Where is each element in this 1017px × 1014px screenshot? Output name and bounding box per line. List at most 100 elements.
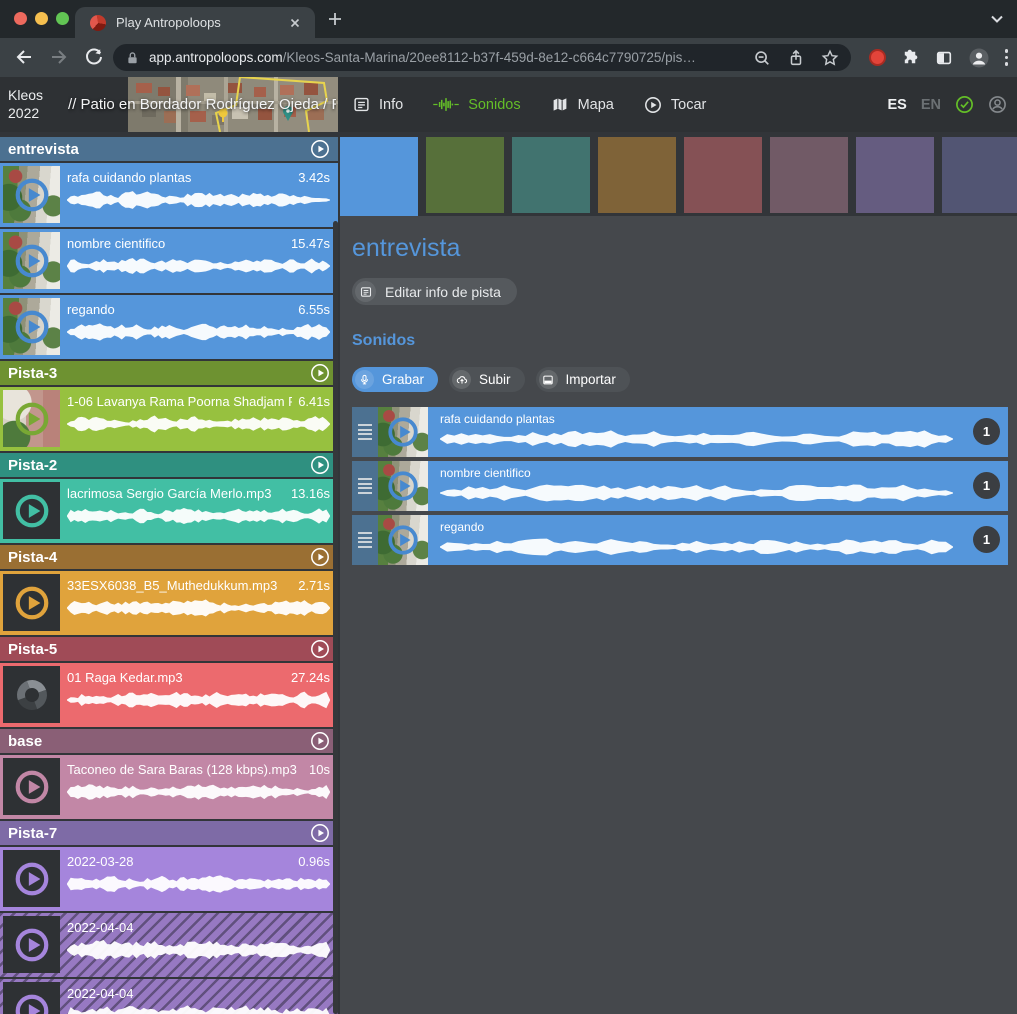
track-play-button[interactable] (310, 639, 330, 659)
sound-thumb-play-button[interactable] (3, 232, 60, 289)
track-swatch[interactable] (598, 137, 676, 213)
sound-waveform (67, 188, 330, 212)
sound-duration: 0.96s (298, 854, 330, 869)
sound-thumb-play-button[interactable] (3, 850, 60, 907)
side-panel-icon[interactable] (935, 49, 953, 67)
track-swatch[interactable] (684, 137, 762, 213)
sound-item[interactable]: 2022-03-280.96s (0, 847, 338, 911)
profile-avatar[interactable] (968, 47, 990, 69)
track-swatch[interactable] (856, 137, 934, 213)
track-swatch[interactable] (512, 137, 590, 213)
drag-handle[interactable] (352, 407, 378, 457)
sound-thumb-play-button[interactable] (3, 758, 60, 815)
track-header[interactable]: Pista-4 (0, 545, 338, 569)
edit-track-info-button[interactable]: Editar info de pista (352, 278, 517, 305)
tab-close-icon[interactable] (287, 15, 303, 31)
track-header[interactable]: Pista-5 (0, 637, 338, 661)
sound-title-row: 01 Raga Kedar.mp327.24s (67, 670, 330, 685)
track-play-button[interactable] (310, 363, 330, 383)
nav-tab-tocar[interactable]: Tocar (644, 96, 706, 114)
sound-thumb-play-button[interactable] (3, 916, 60, 973)
nav-tab-mapa-label: Mapa (578, 97, 614, 113)
record-button[interactable]: Grabar (352, 367, 438, 392)
sound-thumb-play-button[interactable] (378, 461, 428, 511)
sound-body: nombre cientifico1 (428, 461, 1008, 511)
bookmark-star-icon[interactable] (821, 49, 839, 67)
minimize-window-button[interactable] (35, 12, 48, 25)
sound-thumb-play-button[interactable] (378, 515, 428, 565)
sound-item[interactable]: 2022-04-04 (0, 913, 338, 977)
play-circle-icon (644, 96, 662, 114)
account-icon[interactable] (988, 95, 1007, 114)
sound-body: 1-06 Lavanya Rama Poorna Shadjam Rupak..… (67, 387, 330, 451)
browser-tab[interactable]: Play Antropoloops (75, 7, 315, 38)
sound-thumb-play-button[interactable] (3, 982, 60, 1014)
tab-search-chevron-icon[interactable] (990, 13, 1004, 25)
sound-item[interactable]: rafa cuidando plantas3.42s (0, 163, 338, 227)
forward-button[interactable] (49, 47, 69, 67)
upload-button[interactable]: Subir (449, 367, 525, 392)
sound-item[interactable]: 2022-04-04 (0, 979, 338, 1014)
sound-thumb-play-button[interactable] (3, 574, 60, 631)
sidebar-scrollbar[interactable] (333, 221, 338, 1014)
address-bar[interactable]: app.antropoloops.com/Kleos-Santa-Marina/… (113, 44, 851, 71)
sound-item[interactable]: 33ESX6038_B5_Muthedukkum.mp32.71s (0, 571, 338, 635)
sound-item[interactable]: nombre cientifico15.47s (0, 229, 338, 293)
play-icon (386, 469, 420, 503)
browser-menu-icon[interactable] (1005, 49, 1009, 66)
sound-body: rafa cuidando plantas1 (428, 407, 1008, 457)
sound-thumb-play-button[interactable] (3, 666, 60, 723)
back-button[interactable] (14, 47, 34, 67)
nav-tab-mapa[interactable]: Mapa (551, 96, 614, 113)
extensions-puzzle-icon[interactable] (901, 48, 920, 67)
track-swatch[interactable] (770, 137, 848, 213)
track-header[interactable]: Pista-2 (0, 453, 338, 477)
track-swatch[interactable] (426, 137, 504, 213)
track-header[interactable]: Pista-3 (0, 361, 338, 385)
language-en[interactable]: EN (921, 97, 941, 113)
sound-item[interactable]: lacrimosa Sergio García Merlo.mp313.16s (0, 479, 338, 543)
panel-sound-row[interactable]: regando1 (352, 515, 1008, 565)
sound-item[interactable]: 01 Raga Kedar.mp327.24s (0, 663, 338, 727)
sound-thumb-play-button[interactable] (3, 482, 60, 539)
track-play-button[interactable] (310, 547, 330, 567)
track-header[interactable]: base (0, 729, 338, 753)
track-header[interactable]: Pista-7 (0, 821, 338, 845)
nav-tab-info[interactable]: Info (353, 96, 403, 113)
nav-tab-sonidos[interactable]: Sonidos (433, 96, 520, 113)
sound-item[interactable]: regando6.55s (0, 295, 338, 359)
sound-body: 2022-04-04 (67, 979, 330, 1014)
sound-item[interactable]: 1-06 Lavanya Rama Poorna Shadjam Rupak..… (0, 387, 338, 451)
saved-check-icon[interactable] (955, 95, 974, 114)
sound-thumb-play-button[interactable] (378, 407, 428, 457)
zoom-window-button[interactable] (56, 12, 69, 25)
recording-indicator-icon[interactable] (869, 49, 886, 66)
new-tab-button[interactable] (327, 11, 343, 27)
reload-button[interactable] (84, 47, 104, 67)
track-swatch[interactable] (942, 137, 1017, 213)
sound-thumb-play-button[interactable] (3, 166, 60, 223)
track-play-button[interactable] (310, 455, 330, 475)
sound-title: rafa cuidando plantas (67, 170, 191, 185)
sound-title: lacrimosa Sergio García Merlo.mp3 (67, 486, 271, 501)
sound-item[interactable]: Taconeo de Sara Baras (128 kbps).mp310s (0, 755, 338, 819)
share-icon[interactable] (787, 49, 805, 67)
track-swatch[interactable] (340, 137, 418, 216)
track-header[interactable]: entrevista (0, 137, 338, 161)
track-play-button[interactable] (310, 823, 330, 843)
url-path: /Kleos-Santa-Marina/20ee8112-b37f-459d-8… (283, 50, 696, 65)
panel-sound-row[interactable]: rafa cuidando plantas1 (352, 407, 1008, 457)
language-es[interactable]: ES (888, 97, 907, 113)
track-play-button[interactable] (310, 139, 330, 159)
track-play-button[interactable] (310, 731, 330, 751)
sound-thumb-play-button[interactable] (3, 298, 60, 355)
panel-sound-row[interactable]: nombre cientifico1 (352, 461, 1008, 511)
import-button[interactable]: Importar (536, 367, 630, 392)
sound-title: 33ESX6038_B5_Muthedukkum.mp3 (67, 578, 277, 593)
app-logo[interactable]: Kleos 2022 (8, 86, 43, 122)
close-window-button[interactable] (14, 12, 27, 25)
drag-handle[interactable] (352, 461, 378, 511)
drag-handle[interactable] (352, 515, 378, 565)
zoom-page-icon[interactable] (753, 49, 771, 67)
sound-thumb-play-button[interactable] (3, 390, 60, 447)
